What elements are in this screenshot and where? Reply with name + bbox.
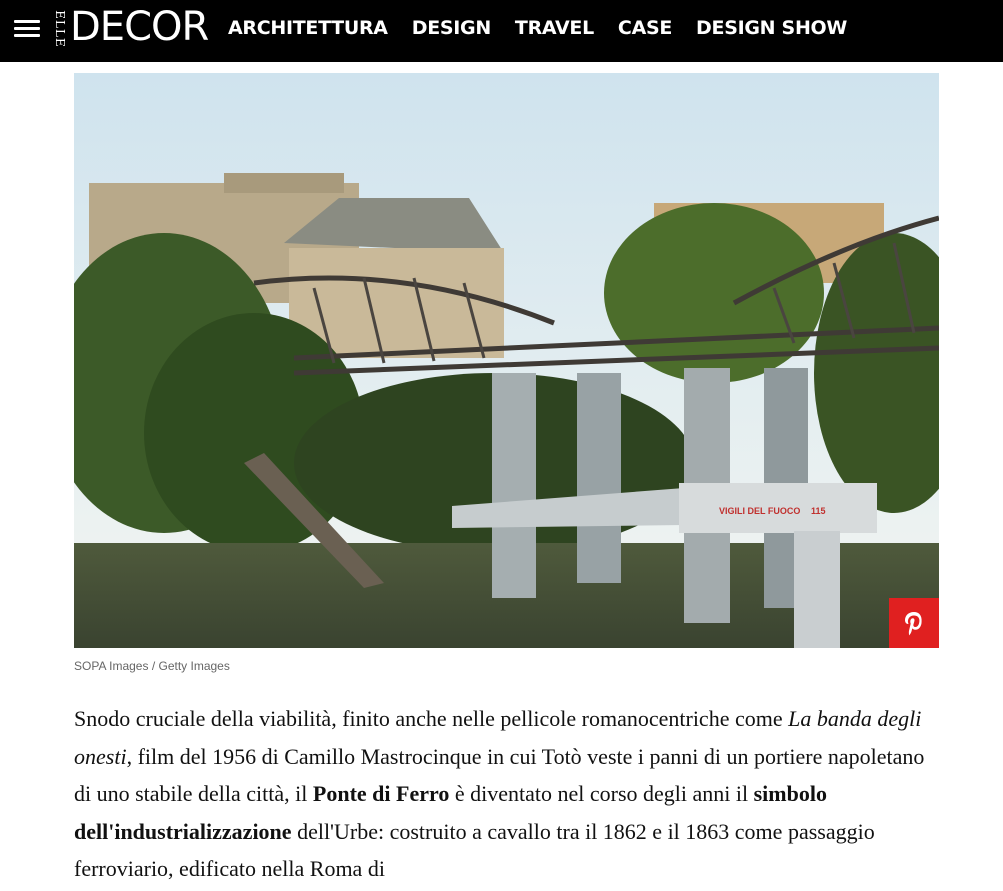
nav-case[interactable]: CASE — [618, 17, 672, 39]
elle-logo-mark: ELLE — [53, 10, 66, 47]
vigili-sign-text: VIGILI DEL FUOCO — [719, 506, 800, 516]
svg-text:ELLE: ELLE — [53, 10, 66, 47]
top-navigation-bar: ELLE DECOR ARCHITETTURA DESIGN TRAVEL CA… — [0, 0, 1003, 62]
main-nav: ARCHITETTURA DESIGN TRAVEL CASE DESIGN S… — [228, 17, 871, 39]
article-photo: VIGILI DEL FUOCO 115 — [74, 73, 939, 648]
paragraph-text: è diventato nel corso degli anni il — [449, 781, 754, 806]
nav-travel[interactable]: TRAVEL — [515, 17, 594, 39]
pinterest-icon — [905, 612, 922, 636]
nav-architettura[interactable]: ARCHITETTURA — [228, 17, 388, 39]
bold-ponte-di-ferro: Ponte di Ferro — [312, 781, 450, 806]
photo-credit: SOPA Images / Getty Images — [74, 659, 230, 673]
nav-design-show[interactable]: DESIGN SHOW — [696, 17, 847, 39]
article-paragraph: Snodo cruciale della viabilità, finito a… — [74, 700, 944, 888]
vigili-sign-number: 115 — [811, 506, 826, 516]
nav-design[interactable]: DESIGN — [412, 17, 492, 39]
logo-text: DECOR — [70, 4, 209, 50]
paragraph-text: Snodo cruciale della viabilità, finito a… — [74, 706, 789, 731]
pinterest-button[interactable] — [889, 598, 939, 648]
menu-icon[interactable] — [12, 14, 42, 44]
